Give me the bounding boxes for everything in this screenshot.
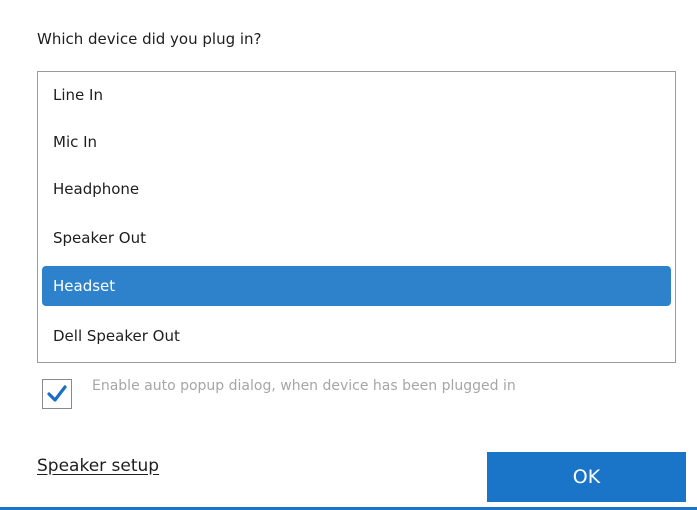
device-item-dell-speaker-out[interactable]: Dell Speaker Out xyxy=(42,316,671,356)
device-item-line-in[interactable]: Line In xyxy=(42,75,671,115)
device-item-headset[interactable]: Headset xyxy=(42,266,671,306)
auto-popup-option: Enable auto popup dialog, when device ha… xyxy=(42,375,682,409)
auto-popup-checkbox[interactable] xyxy=(42,379,72,409)
speaker-setup-link[interactable]: Speaker setup xyxy=(37,456,159,476)
device-item-mic-in[interactable]: Mic In xyxy=(42,122,671,162)
device-listbox[interactable]: Line In Mic In Headphone Speaker Out Hea… xyxy=(37,71,676,363)
ok-button[interactable]: OK xyxy=(487,452,686,502)
device-item-headphone[interactable]: Headphone xyxy=(42,169,671,209)
dialog-question: Which device did you plug in? xyxy=(37,30,262,48)
check-icon xyxy=(47,385,67,402)
auto-popup-label: Enable auto popup dialog, when device ha… xyxy=(92,378,516,394)
device-selection-dialog: Which device did you plug in? Line In Mi… xyxy=(0,0,697,510)
device-item-speaker-out[interactable]: Speaker Out xyxy=(42,218,671,258)
